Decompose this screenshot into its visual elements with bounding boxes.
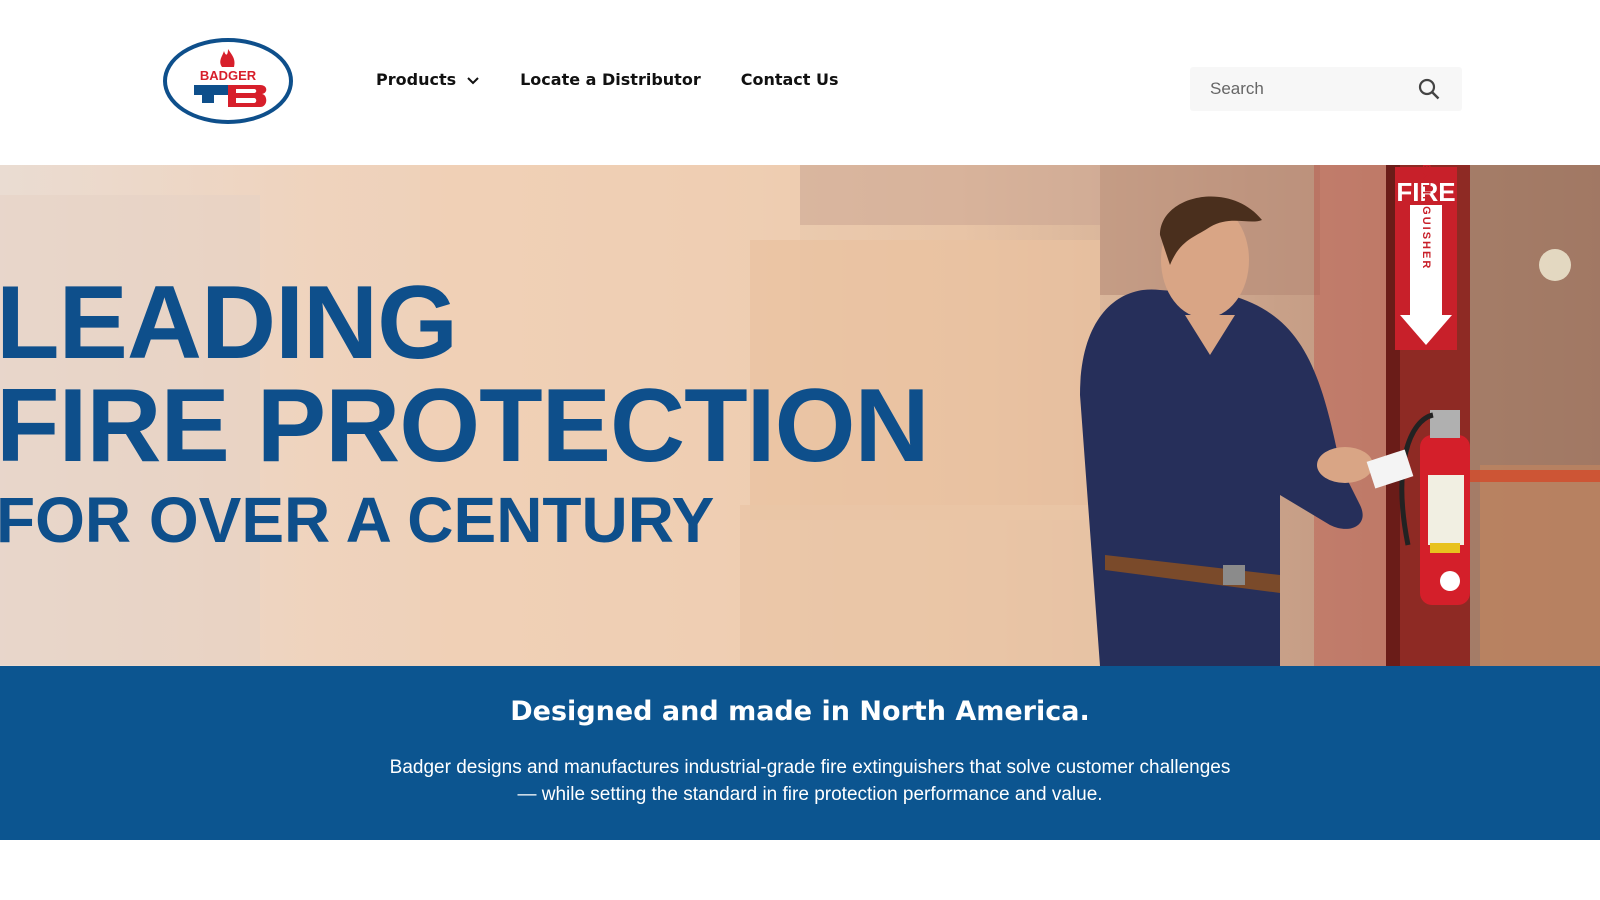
hero-banner: FIRE EXTINGUISHER LEADING FIRE PROTECTIO… <box>0 165 1600 666</box>
main-nav: Products Locate a Distributor Contact Us <box>376 70 879 89</box>
intro-title: Designed and made in North America. <box>510 696 1090 727</box>
nav-item-locate-distributor[interactable]: Locate a Distributor <box>520 70 701 89</box>
nav-item-contact-us[interactable]: Contact Us <box>741 70 839 89</box>
chevron-down-icon <box>467 76 479 84</box>
badger-logo[interactable]: BADGER <box>162 37 295 125</box>
nav-item-label: Locate a Distributor <box>520 70 701 89</box>
hero-headline-line2: FIRE PROTECTION <box>0 368 930 484</box>
nav-item-label: Products <box>376 70 457 89</box>
nav-item-label: Contact Us <box>740 70 839 89</box>
search-input[interactable] <box>1190 67 1410 111</box>
search-box <box>1190 67 1462 111</box>
intro-band: Designed and made in North America. Badg… <box>0 666 1600 840</box>
svg-text:EXTINGUISHER: EXTINGUISHER <box>1420 165 1432 270</box>
intro-text: Badger designs and manufactures industri… <box>370 754 1250 808</box>
site-header: BADGER Products Locate a Distributor Con… <box>0 0 1600 165</box>
intro-text-line1: Badger designs and manufactures industri… <box>389 757 1231 778</box>
hero-headline-line3: FOR OVER A CENTURY <box>0 484 715 556</box>
hero-headline-line1: LEADING <box>0 265 458 381</box>
intro-text-line2: — while setting the standard in fire pro… <box>517 784 1103 805</box>
svg-text:BADGER: BADGER <box>200 68 257 83</box>
nav-item-products[interactable]: Products <box>376 70 480 89</box>
search-icon[interactable] <box>1418 78 1440 100</box>
